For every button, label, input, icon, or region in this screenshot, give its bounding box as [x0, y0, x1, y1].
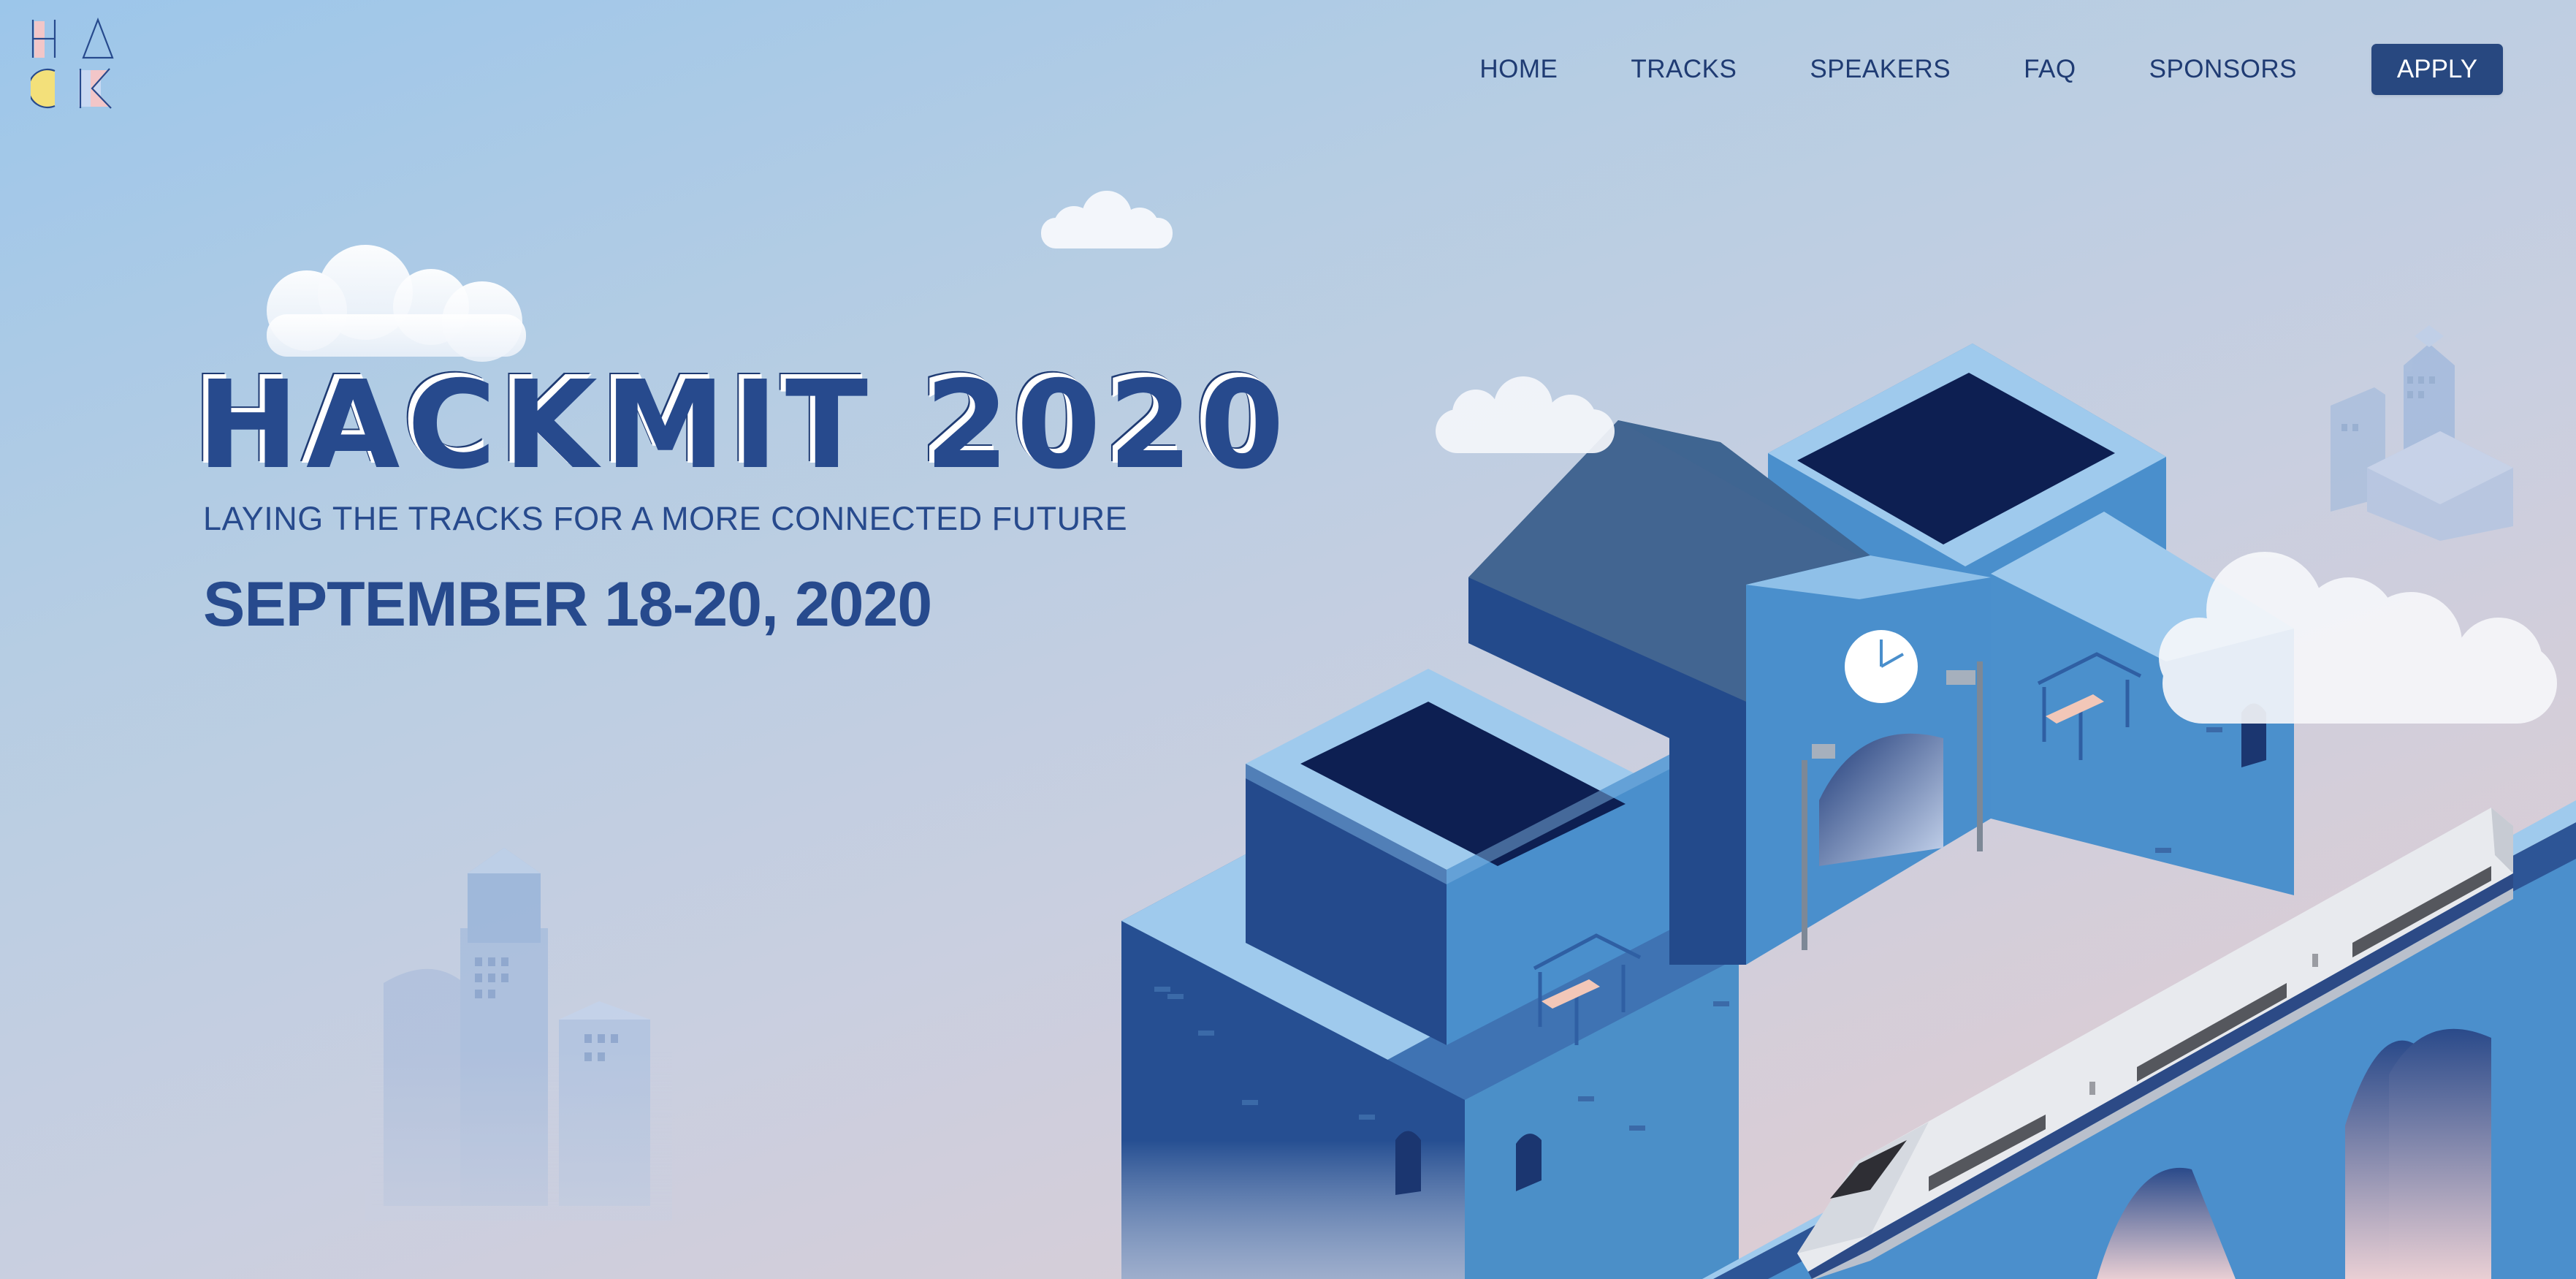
apply-button[interactable]: APPLY [2371, 44, 2503, 95]
top-nav: HOME TRACKS SPEAKERS FAQ SPONSORS APPLY [1479, 44, 2503, 95]
nav-sponsors[interactable]: SPONSORS [2149, 55, 2297, 84]
hack-logo[interactable] [31, 18, 121, 110]
cloud-4 [2159, 552, 2557, 724]
cloud-2 [1041, 191, 1173, 248]
cloud-3 [1436, 376, 1615, 453]
logo-letter-h [31, 20, 56, 58]
faded-buildings-left [365, 840, 672, 1221]
landing-page: HOME TRACKS SPEAKERS FAQ SPONSORS APPLY … [0, 0, 2576, 1279]
hero-tagline: LAYING THE TRACKS FOR A MORE CONNECTED F… [203, 500, 1128, 537]
logo-letter-k [79, 68, 112, 109]
cloud-1 [267, 245, 526, 362]
faded-buildings-right [2331, 325, 2513, 541]
hero-section: HACKMIT 2020 LAYING THE TRACKS FOR A MOR… [197, 365, 1292, 641]
logo-letter-c [31, 68, 56, 109]
event-date: SEPTEMBER 18-20, 2020 [203, 569, 932, 640]
nav-home[interactable]: HOME [1479, 55, 1558, 84]
nav-speakers[interactable]: SPEAKERS [1810, 55, 1951, 84]
page-title: HACKMIT 2020 [197, 355, 1292, 496]
nav-tracks[interactable]: TRACKS [1631, 55, 1737, 84]
nav-faq[interactable]: FAQ [2024, 55, 2076, 84]
logo-letter-a [82, 18, 114, 59]
